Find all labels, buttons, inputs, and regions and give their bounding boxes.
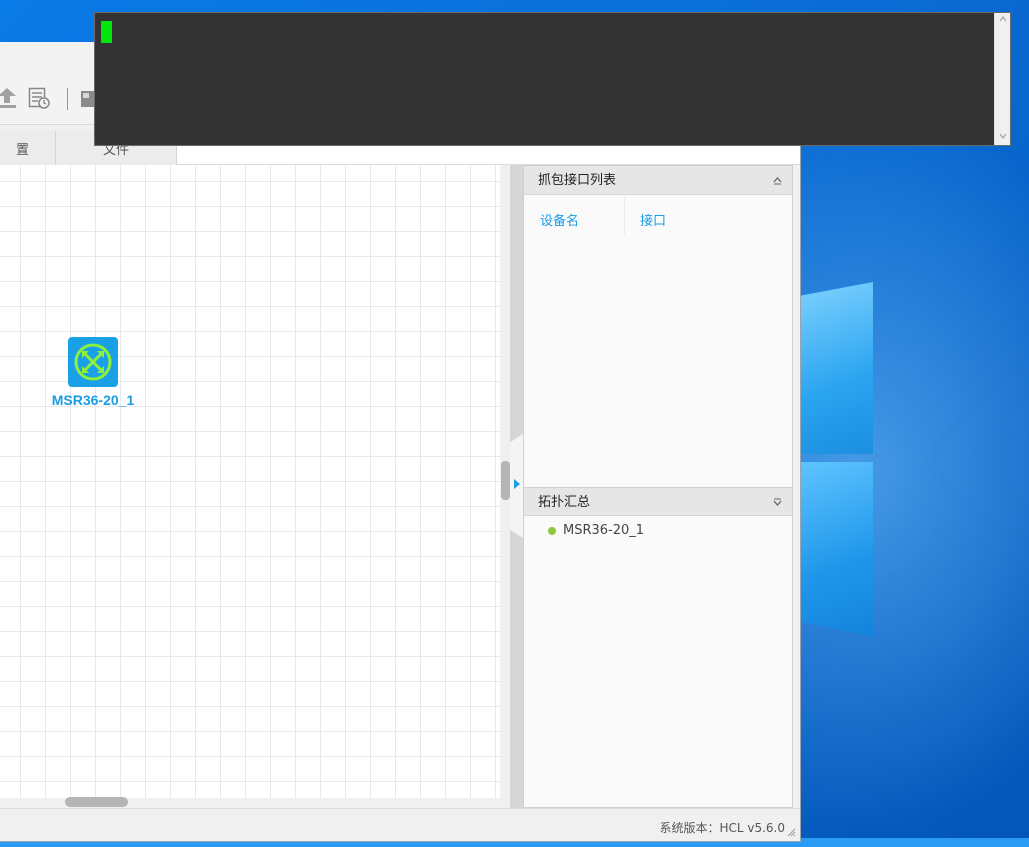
console-window[interactable] bbox=[94, 12, 1011, 146]
collapse-down-icon[interactable] bbox=[773, 488, 782, 519]
windows-logo-pane bbox=[800, 462, 873, 636]
toolbar-separator bbox=[67, 88, 68, 110]
chevron-up-icon[interactable] bbox=[999, 15, 1007, 25]
router-icon bbox=[68, 337, 118, 387]
topology-canvas[interactable]: MSR36-20_1 bbox=[0, 165, 500, 798]
device-node[interactable] bbox=[68, 337, 118, 387]
canvas-vertical-scroll-thumb[interactable] bbox=[501, 461, 510, 500]
tab-settings[interactable]: 置 bbox=[0, 131, 56, 165]
version-label: 系统版本：HCL v5.6.0 bbox=[659, 821, 785, 835]
status-bar: 系统版本：HCL v5.6.0 bbox=[0, 808, 800, 841]
summary-panel-header[interactable]: 拓扑汇总 bbox=[524, 487, 792, 516]
windows-logo-pane bbox=[800, 282, 873, 454]
log-settings-icon[interactable] bbox=[28, 87, 50, 109]
column-header-interface[interactable]: 接口 bbox=[640, 210, 666, 229]
terminal-cursor bbox=[101, 21, 112, 43]
device-label[interactable]: MSR36-20_1 bbox=[30, 392, 156, 408]
summary-panel-title: 拓扑汇总 bbox=[538, 495, 591, 510]
upload-icon[interactable] bbox=[0, 87, 18, 109]
canvas-horizontal-scroll-thumb[interactable] bbox=[65, 797, 128, 807]
capture-panel-header[interactable]: 抓包接口列表 bbox=[524, 166, 792, 195]
status-dot bbox=[548, 527, 556, 535]
right-panel: 抓包接口列表 设备名 接口 拓扑汇总 bbox=[523, 165, 793, 808]
hcl-main-window: 置 文件 MSR36-20_1 抓包接口列表 设备名 接口 拓扑汇总 MSR36… bbox=[0, 42, 801, 842]
chevron-down-icon[interactable] bbox=[999, 132, 1007, 142]
console-scrollbar[interactable] bbox=[994, 13, 1010, 145]
collapse-up-icon[interactable] bbox=[773, 166, 782, 197]
column-divider bbox=[624, 197, 625, 235]
column-header-device-name[interactable]: 设备名 bbox=[540, 210, 579, 229]
capture-panel-title: 抓包接口列表 bbox=[538, 173, 617, 188]
chevron-right-icon[interactable] bbox=[514, 479, 520, 489]
summary-list-item[interactable]: MSR36-20_1 bbox=[563, 523, 644, 538]
resize-grip-icon[interactable] bbox=[786, 827, 796, 837]
